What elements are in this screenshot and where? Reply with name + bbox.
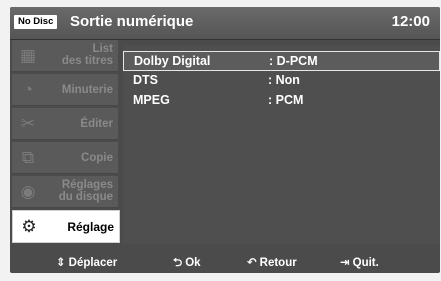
settings-panel: Dolby Digital : D-PCM DTS : Non MPEG : P… [123,45,440,244]
page-title: Sortie numérique [70,13,194,30]
timer-icon: ◔ [22,80,34,99]
sidebar-item-copy[interactable]: ⧉ Copie [12,142,118,174]
film-list-icon: ▦ [19,46,37,65]
help-back: ↶ Retour [247,254,297,273]
disc-status-badge: No Disc [14,15,58,29]
help-quit-label: Quit. [352,257,379,269]
copy-discs-icon: ⧉ [21,148,35,167]
setting-row-mpeg[interactable]: MPEG : PCM [123,91,438,109]
help-bar: ⇕ Déplacer ⮌ Ok ↶ Retour ⇥ Quit. [10,254,440,273]
setting-name: DTS [133,73,158,87]
help-move: ⇕ Déplacer [56,254,117,273]
help-quit: ⇥ Quit. [340,254,379,273]
sidebar-item-label: Minuterie [61,84,113,96]
sidebar-item-label: Éditer [80,118,113,130]
sidebar-item-label: Réglage [67,220,114,234]
setting-name: Dolby Digital [134,54,211,68]
sidebar-item-setup[interactable]: ⚙ Réglage [12,210,120,243]
exit-icon: ⇥ [340,257,350,269]
setting-row-dts[interactable]: DTS : Non [123,71,438,89]
sidebar-item-timer[interactable]: ◔ Minuterie [12,74,118,106]
setting-value: : Non [268,73,300,87]
sidebar-item-title-list[interactable]: ▦ List des titres [12,40,118,72]
sidebar-menu: ▦ List des titres ◔ Minuterie ✂ Éditer ⧉… [10,40,122,244]
gear-icon: ⚙ [21,217,37,236]
sidebar-item-label: Copie [81,152,113,164]
sidebar-item-label: List des titres [61,43,113,67]
setting-value: : PCM [268,93,304,107]
osd-frame: No Disc Sortie numérique 12:00 ▦ List de… [0,0,441,281]
osd-screen: No Disc Sortie numérique 12:00 ▦ List de… [10,7,440,273]
help-ok: ⮌ Ok [173,254,201,273]
sidebar-item-disc-settings[interactable]: ◉ Réglages du disque [12,176,118,208]
scissors-icon: ✂ [20,114,36,133]
updown-arrows-icon: ⇕ [56,257,66,269]
sidebar-item-edit[interactable]: ✂ Éditer [12,108,118,140]
help-back-label: Retour [259,257,297,269]
help-move-label: Déplacer [68,257,118,269]
clock: 12:00 [391,13,430,30]
enter-icon: ⮌ [173,257,183,269]
return-arrow-icon: ↶ [247,257,257,269]
setting-value: : D-PCM [269,54,318,68]
setting-name: MPEG [133,93,170,107]
title-bar: No Disc Sortie numérique 12:00 [10,7,440,40]
setting-row-dolby-digital[interactable]: Dolby Digital : D-PCM [123,51,440,71]
help-ok-label: Ok [185,257,201,269]
sidebar-item-label: Réglages du disque [58,179,113,203]
disc-settings-icon: ◉ [20,182,36,201]
